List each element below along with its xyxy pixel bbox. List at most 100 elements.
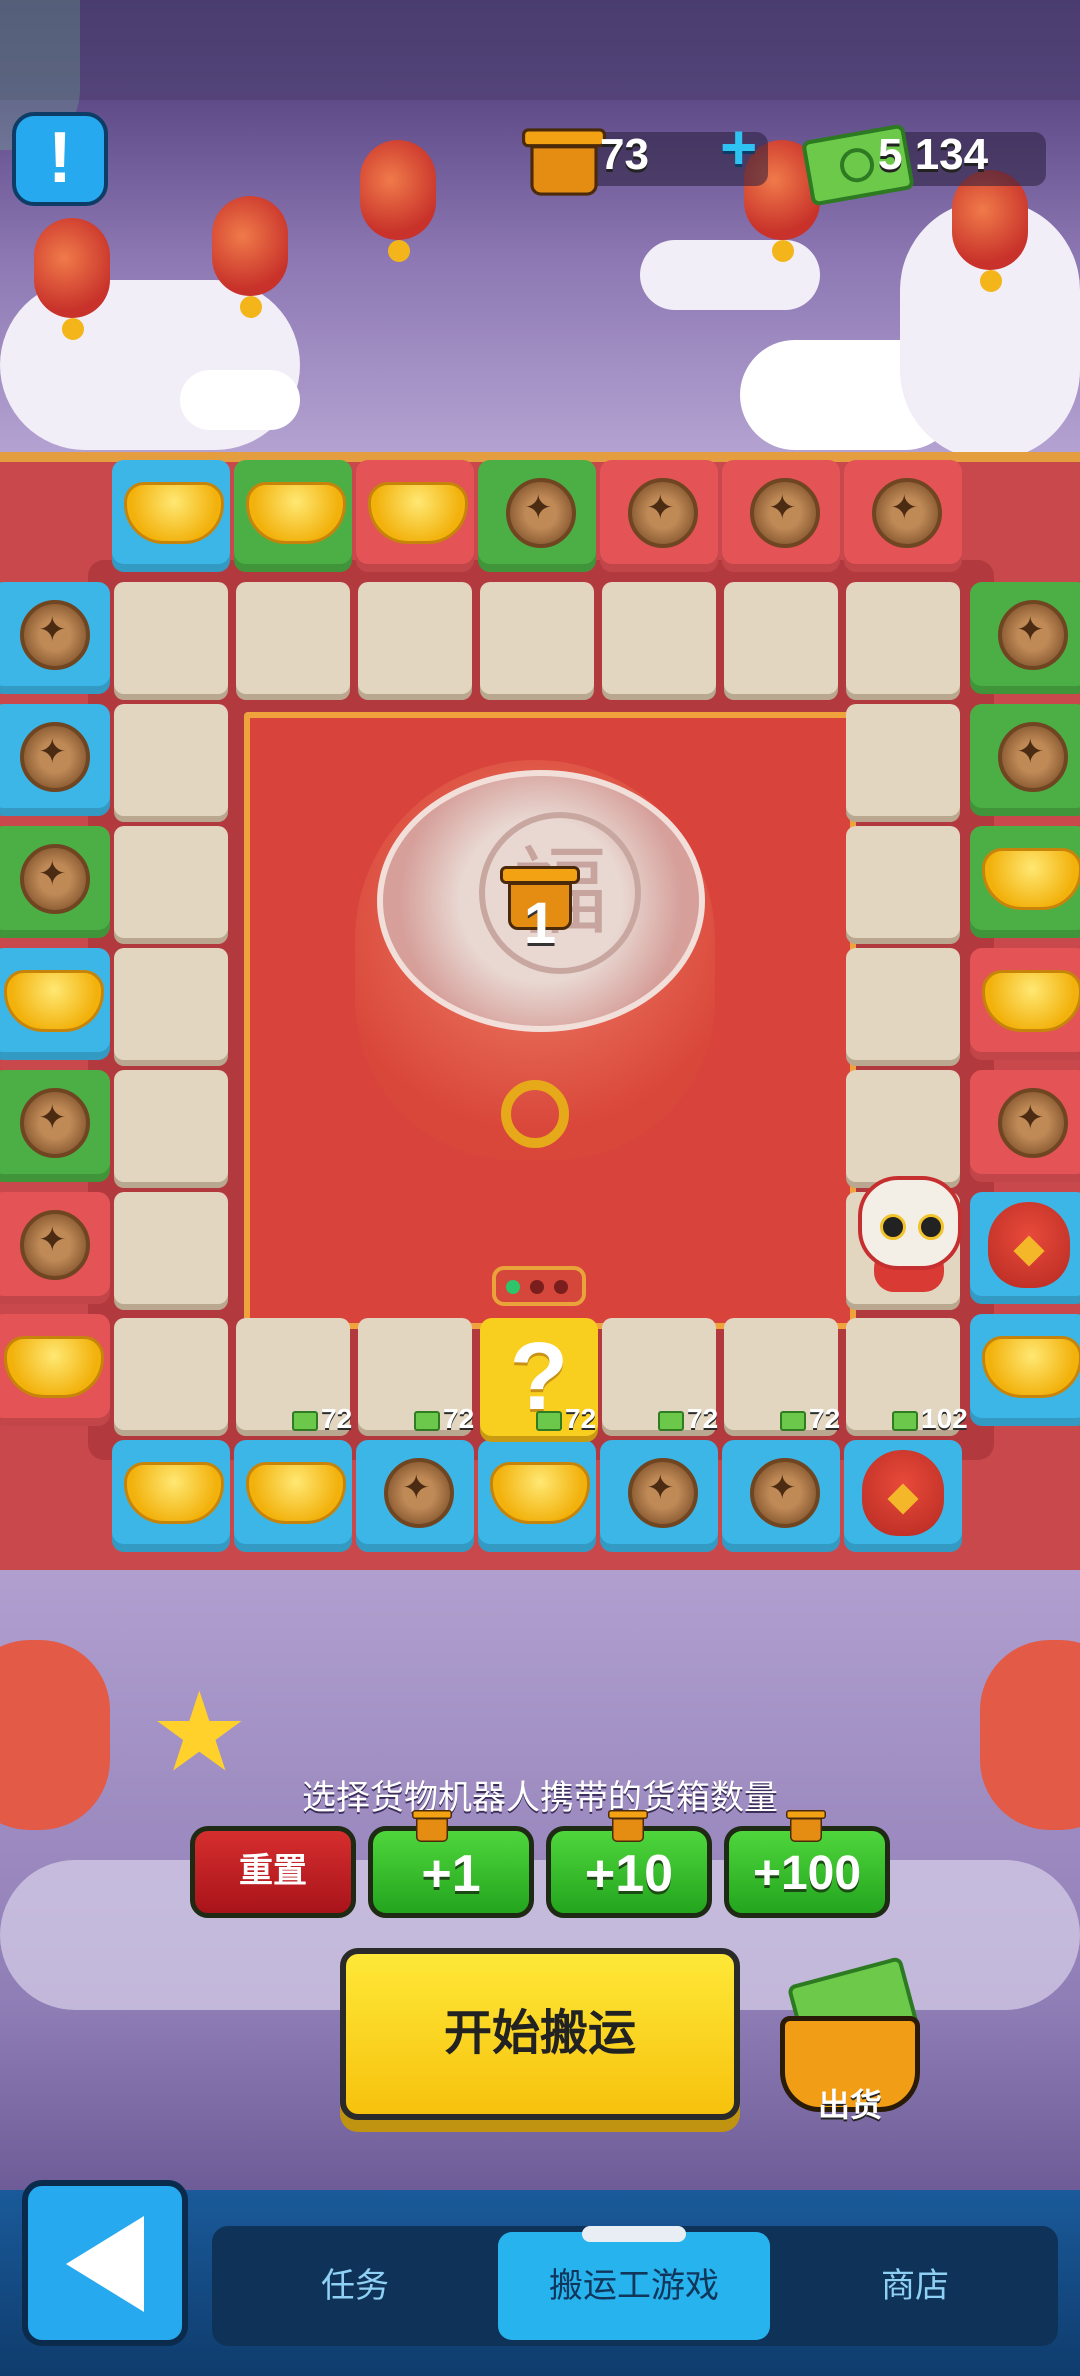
coin-icon	[506, 478, 576, 548]
tile-right-4	[970, 1070, 1080, 1182]
lantern-decoration	[212, 196, 288, 318]
ingot-icon	[246, 482, 346, 544]
ingot-icon	[124, 482, 224, 544]
track-cell	[114, 948, 228, 1060]
cell-price: 72	[658, 1403, 718, 1435]
coin-icon	[628, 478, 698, 548]
info-button[interactable]: !	[12, 112, 108, 206]
track-cell	[114, 826, 228, 938]
bag-icon	[862, 1450, 944, 1536]
cash-icon	[892, 1410, 918, 1431]
tile-right-2	[970, 826, 1080, 938]
lantern-decoration	[360, 140, 436, 262]
active-tab-indicator	[582, 2226, 686, 2242]
coin-icon	[20, 844, 90, 914]
tile-left-0	[0, 582, 110, 694]
coin-icon	[750, 1458, 820, 1528]
track-cell	[846, 1070, 960, 1182]
tile-top-0	[112, 460, 230, 572]
ingot-icon	[982, 970, 1080, 1032]
tile-top-6	[844, 460, 962, 572]
track-cell	[846, 948, 960, 1060]
cell-price-value: 72	[443, 1403, 475, 1434]
cash-icon	[780, 1410, 806, 1431]
cell-price-value: 72	[565, 1403, 597, 1434]
cell-price: 72	[780, 1403, 840, 1435]
crate-icon	[786, 1810, 826, 1842]
tile-bottom-2	[356, 1440, 474, 1552]
tile-right-0	[970, 582, 1080, 694]
tab-porter-game[interactable]: 搬运工游戏	[498, 2232, 770, 2340]
instruction-text: 选择货物机器人携带的货箱数量	[302, 1779, 778, 1817]
tile-left-6	[0, 1314, 110, 1426]
tile-left-5	[0, 1192, 110, 1304]
add-100-label: +100	[752, 1847, 862, 1900]
cell-price-value: 102	[921, 1403, 968, 1434]
status-bar	[0, 0, 1080, 100]
bag-icon	[988, 1202, 1070, 1288]
lantern-decoration	[34, 218, 110, 340]
tile-right-6	[970, 1314, 1080, 1426]
tile-top-4	[600, 460, 718, 572]
ingot-icon	[4, 1336, 104, 1398]
cash-icon	[536, 1410, 562, 1431]
coin-icon	[20, 600, 90, 670]
ship-goods-button[interactable]: 出货	[770, 1955, 930, 2123]
add-1-label: +1	[421, 1845, 481, 1903]
track-cell	[602, 582, 716, 694]
tile-top-2	[356, 460, 474, 572]
drum[interactable]: 福	[355, 760, 715, 1160]
ingot-icon	[124, 1462, 224, 1524]
tile-right-3	[970, 948, 1080, 1060]
tile-bottom-3	[478, 1440, 596, 1552]
cash-icon	[292, 1410, 318, 1431]
reset-button[interactable]: 重置	[190, 1826, 356, 1918]
lion-robot-character	[850, 1170, 962, 1292]
track-cell	[236, 582, 350, 694]
ingot-icon	[4, 970, 104, 1032]
track-cell	[114, 1070, 228, 1182]
tile-bottom-1	[234, 1440, 352, 1552]
tile-top-3	[478, 460, 596, 572]
tile-top-5	[722, 460, 840, 572]
add-10-label: +10	[584, 1845, 674, 1903]
cell-price: 72	[414, 1403, 474, 1435]
page-dot	[530, 1280, 544, 1294]
tile-left-2	[0, 826, 110, 938]
tile-left-3	[0, 948, 110, 1060]
tile-right-1	[970, 704, 1080, 816]
page-dot	[554, 1280, 568, 1294]
crate-count: 73	[600, 130, 649, 179]
tab-shop[interactable]: 商店	[780, 2232, 1050, 2340]
drum-ring-icon	[501, 1080, 569, 1148]
track-cell	[114, 704, 228, 816]
cell-price: 102	[892, 1403, 968, 1435]
tile-left-4	[0, 1070, 110, 1182]
coin-icon	[872, 478, 942, 548]
coin-icon	[20, 722, 90, 792]
back-button[interactable]	[22, 2180, 188, 2346]
tile-bottom-6	[844, 1440, 962, 1552]
ingot-icon	[982, 1336, 1080, 1398]
coin-icon	[384, 1458, 454, 1528]
track-cell	[114, 582, 228, 694]
tile-bottom-4	[600, 1440, 718, 1552]
track-cell	[114, 1318, 228, 1430]
track-cell	[846, 704, 960, 816]
tile-top-1	[234, 460, 352, 572]
cell-price-value: 72	[321, 1403, 353, 1434]
add-crates-icon[interactable]: +	[720, 110, 757, 184]
tab-tasks[interactable]: 任务	[220, 2232, 490, 2340]
cash-icon	[414, 1410, 440, 1431]
cell-price-value: 72	[687, 1403, 719, 1434]
tile-right-5	[970, 1192, 1080, 1304]
cell-price-value: 72	[809, 1403, 841, 1434]
ingot-icon	[246, 1462, 346, 1524]
tile-bottom-0	[112, 1440, 230, 1552]
ingot-icon	[982, 848, 1080, 910]
page-indicator	[492, 1266, 586, 1306]
track-cell	[358, 582, 472, 694]
start-transport-button[interactable]: 开始搬运	[340, 1948, 740, 2120]
coin-icon	[998, 722, 1068, 792]
ingot-icon	[490, 1462, 590, 1524]
